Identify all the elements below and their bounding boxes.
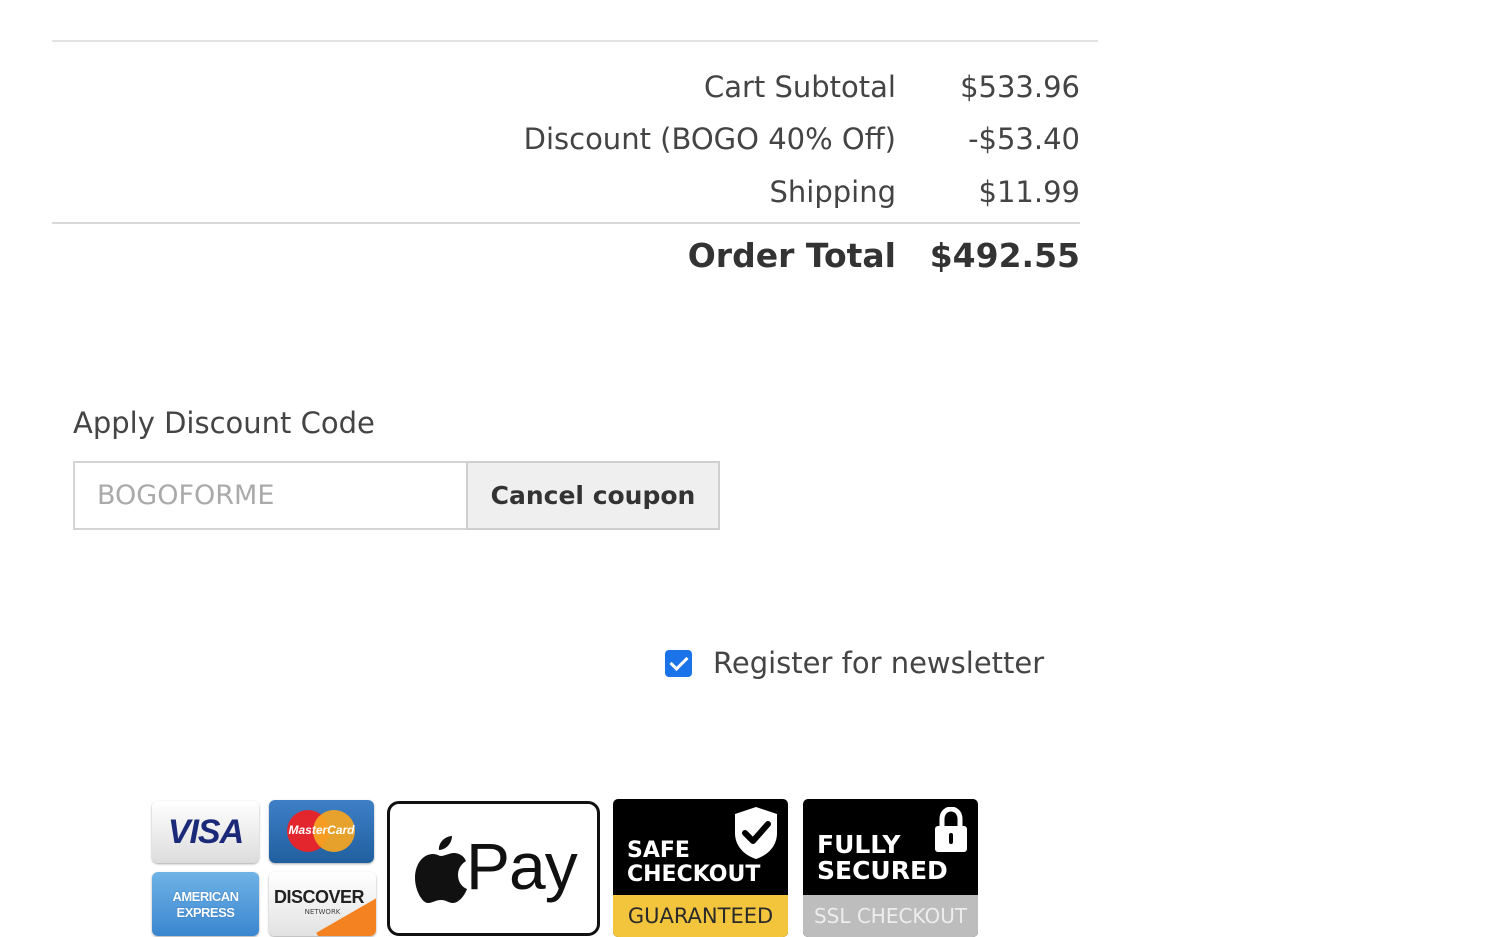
newsletter-checkbox[interactable] (665, 649, 692, 677)
shipping-label: Shipping (769, 175, 896, 209)
mastercard-logo: MasterCard (269, 800, 374, 863)
safe-line2: CHECKOUT (627, 862, 761, 887)
checkout-summary-page: Cart Subtotal $533.96 Discount (BOGO 40%… (0, 0, 1500, 937)
discover-text: DISCOVER (273, 887, 365, 907)
amex-card-logo: AMERICAN EXPRESS (152, 872, 259, 936)
order-total-label: Order Total (687, 236, 896, 275)
secured-line2: SECURED (817, 856, 948, 885)
amex-line2: EXPRESS (176, 905, 235, 920)
discount-code-input[interactable] (73, 461, 466, 530)
discount-label: Discount (BOGO 40% Off) (523, 122, 896, 156)
secured-footer: SSL CHECKOUT (803, 895, 978, 937)
discount-row: Discount (BOGO 40% Off) -$53.40 (52, 122, 1080, 162)
shield-check-icon (735, 807, 777, 859)
secured-line1: FULLY (817, 830, 901, 859)
visa-text: VISA (167, 813, 244, 851)
apple-pay-badge: Pay (387, 801, 600, 936)
discount-code-heading: Apply Discount Code (73, 406, 375, 440)
safe-footer: GUARANTEED (613, 895, 788, 937)
cancel-coupon-button[interactable]: Cancel coupon (466, 461, 720, 530)
totals-divider (52, 222, 1080, 224)
cart-subtotal-value: $533.96 (960, 70, 1080, 104)
order-total-value: $492.55 (929, 236, 1080, 275)
apple-pay-text: Pay (466, 829, 578, 903)
newsletter-label[interactable]: Register for newsletter (713, 646, 1044, 680)
shipping-row: Shipping $11.99 (52, 175, 1080, 215)
shipping-value: $11.99 (978, 175, 1080, 209)
cart-subtotal-row: Cart Subtotal $533.96 (52, 70, 1080, 110)
safe-line1: SAFE (627, 838, 690, 863)
order-total-row: Order Total $492.55 (52, 236, 1080, 276)
divider (52, 40, 1098, 42)
safe-checkout-badge: SAFE CHECKOUT GUARANTEED (613, 799, 788, 937)
mastercard-text: MasterCard (288, 823, 355, 837)
cart-subtotal-label: Cart Subtotal (703, 70, 896, 104)
discover-card-logo: DISCOVER NETWORK (269, 872, 376, 936)
amex-line1: AMERICAN (172, 889, 239, 904)
apple-icon (415, 836, 467, 903)
newsletter-option: Register for newsletter (665, 643, 1044, 683)
lock-icon (935, 807, 967, 852)
visa-card-logo: VISA (152, 801, 259, 863)
fully-secured-badge: FULLY SECURED SSL CHECKOUT (803, 799, 978, 937)
discover-subtext: NETWORK (304, 908, 341, 916)
discount-value: -$53.40 (968, 122, 1080, 156)
